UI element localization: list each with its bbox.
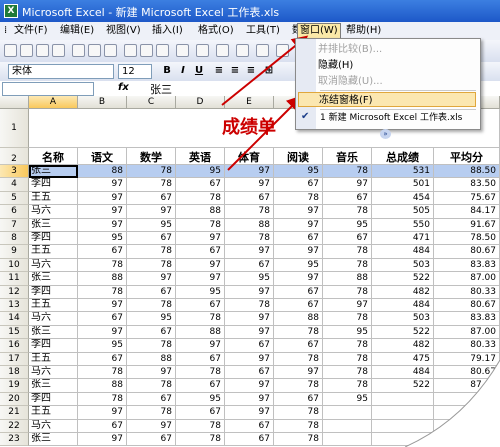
menu-separator [320, 109, 476, 110]
expand-menu-icon[interactable]: » [380, 129, 391, 139]
menu-item-unhide[interactable]: 取消隐藏(U)... [318, 74, 383, 89]
page-curl-decoration [405, 360, 500, 447]
arrow-to-freeze-panes [227, 95, 303, 171]
arrow-to-window-menu [221, 35, 309, 106]
menu-separator [320, 90, 476, 91]
menu-item-compare-side-by-side[interactable]: 并排比较(B)... [318, 42, 382, 57]
menu-item-freeze-panes[interactable]: 冻结窗格(F) [298, 92, 476, 107]
window-menu-dropdown: 并排比较(B)... 隐藏(H) 取消隐藏(U)... 冻结窗格(F) ✔ 1 … [295, 38, 481, 130]
checkmark-icon: ✔ [301, 111, 310, 122]
menu-item-open-workbook[interactable]: 1 新建 Microsoft Excel 工作表.xls [320, 111, 462, 126]
menu-item-hide[interactable]: 隐藏(H) [318, 58, 353, 73]
